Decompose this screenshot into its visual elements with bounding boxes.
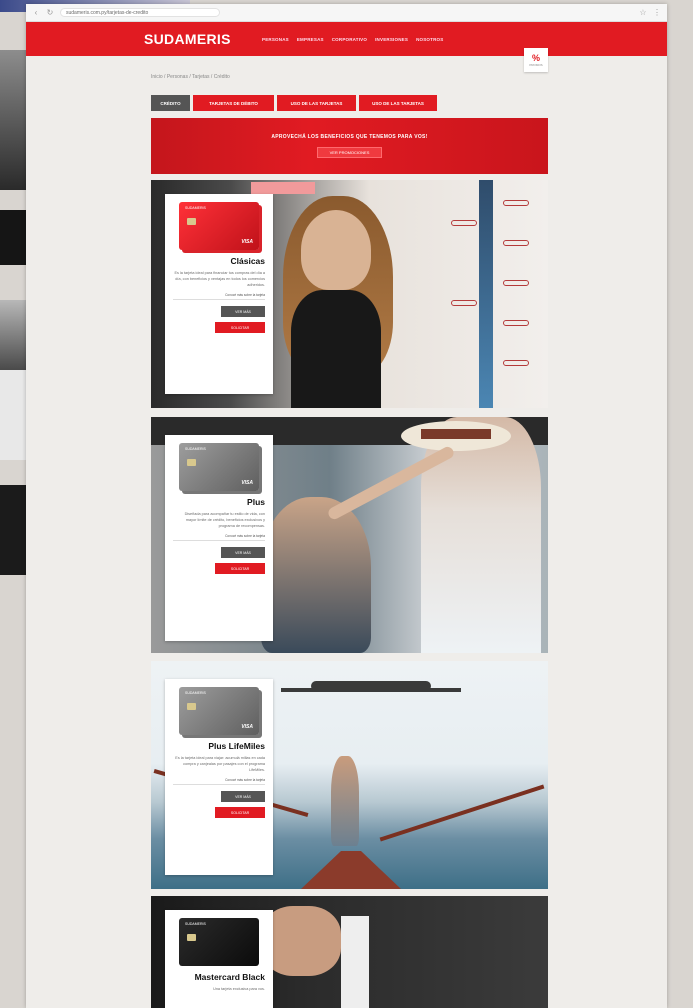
product-card: SUDAMERIS VISA Plus LifeMiles Es la tarj… [165,679,273,875]
view-more-button[interactable]: VER MÁS [221,547,265,558]
view-more-button[interactable]: VER MÁS [221,791,265,802]
airplane-body [311,681,431,691]
card-bank-name: SUDAMERIS [185,691,206,695]
woman-body [291,290,381,408]
tab-debito[interactable]: TARJETAS DE DÉBITO [193,95,274,111]
woman-figure [261,497,371,653]
address-bar[interactable]: sudameris.com.py/tarjetas-de-credito [60,8,220,17]
reload-icon[interactable]: ↻ [46,8,54,17]
menu-item-personas[interactable]: PERSONAS [262,37,289,42]
card-bank-name: SUDAMERIS [185,206,206,210]
chip-icon [187,218,196,225]
woman-face [301,210,371,290]
product-link[interactable]: Conocé más sobre la tarjeta [173,778,265,785]
percent-icon: % [531,52,540,63]
background-strip [0,300,26,370]
promo-badge[interactable]: % PROMOS [524,48,548,72]
chip-icon [187,934,196,941]
view-promotions-button[interactable]: VER PROMOCIONES [316,147,383,158]
menu-item-nosotros[interactable]: NOSOTROS [416,37,443,42]
tab-credito[interactable]: CRÉDITO [151,95,190,111]
main-menu: PERSONAS EMPRESAS CORPORATIVO INVERSIONE… [262,37,443,42]
card-brand: VISA [241,480,253,486]
apply-button[interactable]: SOLICITAR [215,807,265,818]
product-section-mastercard-black: SUDAMERIS Mastercard Black Una tarjeta e… [151,896,548,1008]
product-description: Es la tarjeta ideal para viajar: acumulá… [175,756,265,772]
glasses-shape [451,300,477,306]
card-brand: VISA [241,239,253,245]
back-icon[interactable]: ‹ [32,8,40,17]
glasses-shape [503,200,529,206]
product-name: Clásicas [230,256,266,266]
product-name: Plus LifeMiles [208,741,265,751]
menu-icon[interactable]: ⋮ [653,8,661,17]
tab-uso-tarjetas-2[interactable]: USO DE LAS TARJETAS [359,95,437,111]
menu-item-empresas[interactable]: EMPRESAS [297,37,324,42]
credit-card-image: SUDAMERIS VISA [179,687,259,735]
hatband-shape [421,429,491,439]
railing [379,784,545,842]
view-more-button[interactable]: VER MÁS [221,306,265,317]
apply-button[interactable]: SOLICITAR [215,563,265,574]
site-logo[interactable]: SUDAMERIS [144,31,262,47]
product-description: Es la tarjeta ideal para financiar tus c… [174,271,265,287]
menu-item-inversiones[interactable]: INVERSIONES [375,37,408,42]
chip-icon [187,459,196,466]
browser-toolbar: ‹ ↻ sudameris.com.py/tarjetas-de-credito… [26,4,667,22]
hand-shape [261,906,341,976]
menu-item-corporativo[interactable]: CORPORATIVO [332,37,367,42]
product-link[interactable]: Conocé más sobre la tarjeta [173,534,265,541]
credit-card-image: SUDAMERIS VISA [179,202,259,250]
tab-uso-tarjetas[interactable]: USO DE LAS TARJETAS [277,95,356,111]
star-icon[interactable]: ☆ [639,8,647,17]
product-name: Plus [247,497,265,507]
shirt-cuff [341,916,369,1008]
chip-icon [187,703,196,710]
decorative-tag [251,182,315,194]
product-description: Una tarjeta exclusiva para vos. [213,987,265,991]
dock-shape [301,851,401,889]
credit-card-image: SUDAMERIS [179,918,259,966]
product-section-clasicas: SUDAMERIS VISA Clásicas Es la tarjeta id… [151,180,548,408]
glasses-rack [479,180,493,408]
product-card: SUDAMERIS VISA Clásicas Es la tarjeta id… [165,194,273,394]
glasses-shape [503,280,529,286]
background-strip [0,210,26,265]
product-section-plus-lifemiles: SUDAMERIS VISA Plus LifeMiles Es la tarj… [151,661,548,889]
card-bank-name: SUDAMERIS [185,922,206,926]
site-header: SUDAMERIS PERSONAS EMPRESAS CORPORATIVO … [26,22,667,56]
glasses-shape [503,240,529,246]
background-strip [0,50,26,190]
background-strip [0,485,26,575]
browser-window: ‹ ↻ sudameris.com.py/tarjetas-de-credito… [26,4,667,1008]
product-card: SUDAMERIS Mastercard Black Una tarjeta e… [165,910,273,1008]
product-section-plus: SUDAMERIS VISA Plus Diseñada para acompa… [151,417,548,653]
glasses-shape [451,220,477,226]
glasses-shape [503,360,529,366]
glasses-shape [503,320,529,326]
card-bank-name: SUDAMERIS [185,447,206,451]
product-name: Mastercard Black [194,972,265,982]
product-card: SUDAMERIS VISA Plus Diseñada para acompa… [165,435,273,641]
promo-banner: APROVECHÁ LOS BENEFICIOS QUE TENEMOS PAR… [151,118,548,174]
background-strip [0,370,26,460]
promo-title: APROVECHÁ LOS BENEFICIOS QUE TENEMOS PAR… [271,134,428,140]
apply-button[interactable]: SOLICITAR [215,322,265,333]
promo-badge-label: PROMOS [529,62,543,67]
product-description: Diseñada para acompañar tu estilo de vid… [184,512,265,528]
breadcrumb[interactable]: Inicio / Personas / Tarjetas / Crédito [151,74,230,80]
tab-bar: CRÉDITO TARJETAS DE DÉBITO USO DE LAS TA… [151,95,437,111]
traveler-figure [331,756,359,846]
credit-card-image: SUDAMERIS VISA [179,443,259,491]
card-brand: VISA [241,724,253,730]
product-link[interactable]: Conocé más sobre la tarjeta [173,293,265,300]
